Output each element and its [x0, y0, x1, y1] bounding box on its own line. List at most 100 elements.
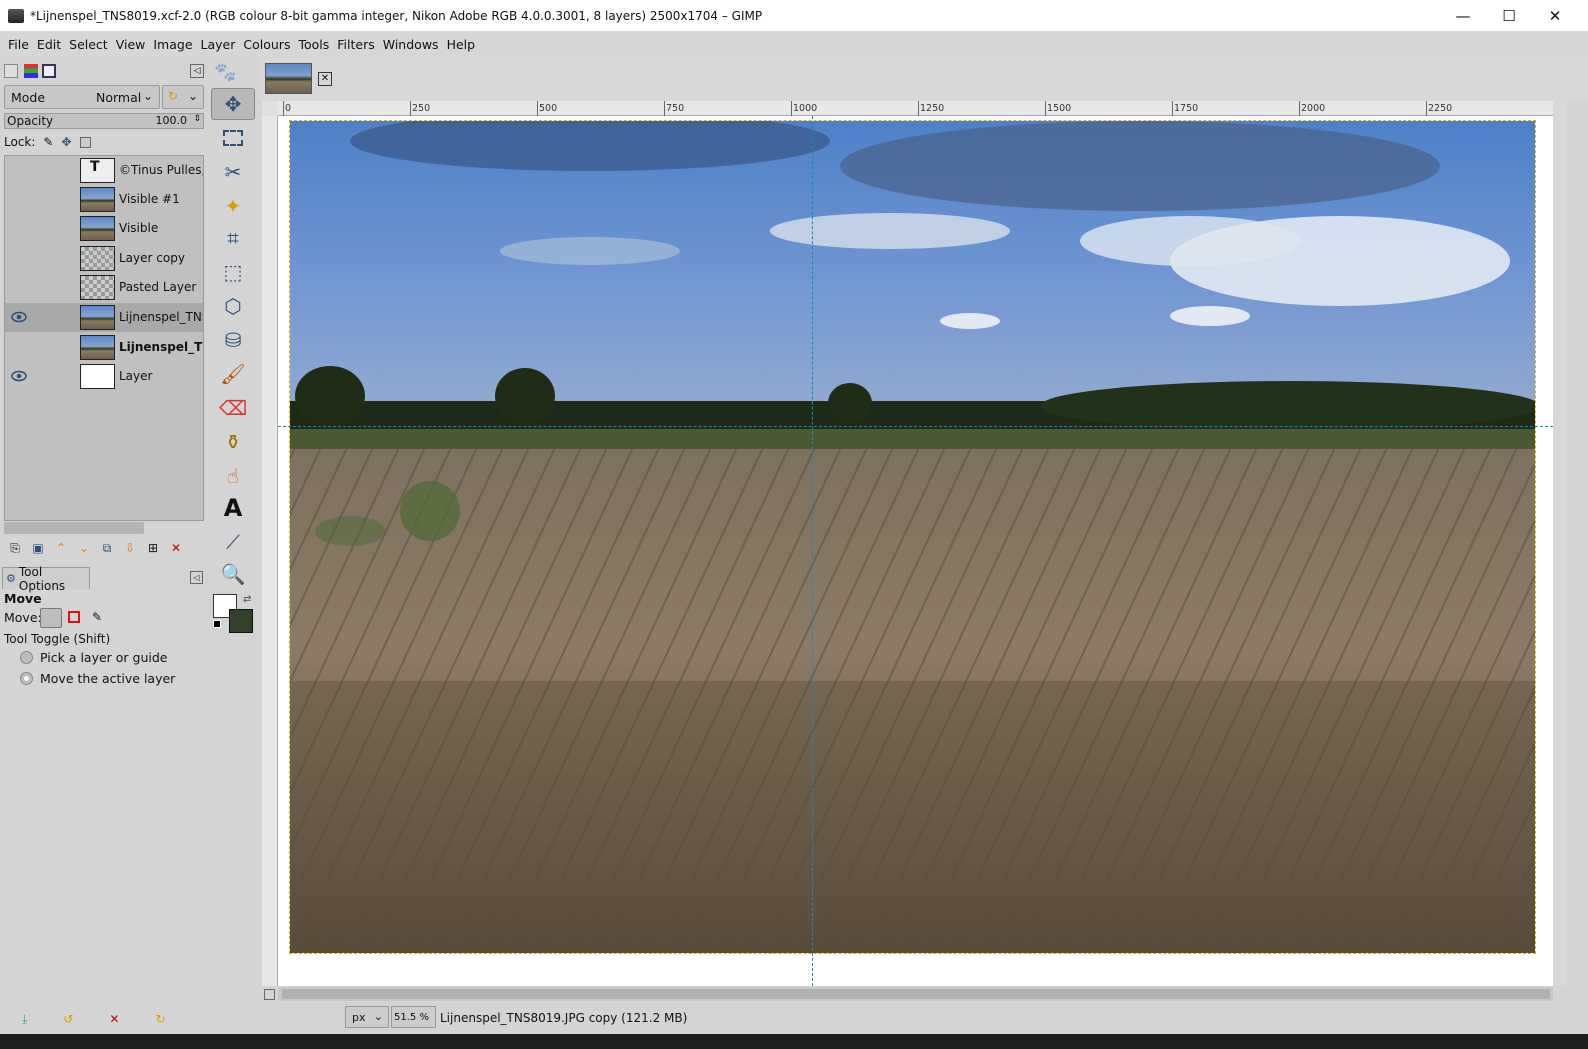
menu-select[interactable]: Select: [65, 37, 112, 52]
mode-select[interactable]: Mode Normal ⌄: [4, 85, 160, 109]
eraser-tool-icon[interactable]: ⌫: [211, 392, 255, 424]
text-tool-icon[interactable]: A: [211, 492, 255, 524]
spin-arrows-icon[interactable]: ⇕: [193, 114, 201, 124]
new-layer-icon[interactable]: ⎘: [8, 541, 22, 555]
layer-row[interactable]: Visible #1: [5, 185, 203, 214]
lock-position-icon[interactable]: ✥: [61, 135, 71, 149]
background-color-swatch[interactable]: [229, 609, 253, 633]
restore-options-icon[interactable]: ↺: [63, 1012, 73, 1032]
crop-tool-icon[interactable]: ⌗: [211, 222, 255, 254]
close-button[interactable]: ✕: [1532, 0, 1578, 31]
horizontal-guide[interactable]: [278, 426, 1553, 427]
tool-options-menu-icon[interactable]: ◁: [190, 571, 203, 584]
raise-layer-icon[interactable]: ⌃: [54, 541, 68, 555]
delete-layer-icon[interactable]: ✕: [169, 541, 183, 555]
lower-layer-icon[interactable]: ⌄: [77, 541, 91, 555]
scissors-tool-icon[interactable]: ✂: [211, 156, 255, 188]
opacity-value[interactable]: 100.0: [156, 114, 188, 127]
anchor-layer-icon[interactable]: ⇩: [123, 541, 137, 555]
layer-name: Pasted Layer: [119, 280, 197, 294]
new-layer-group-icon[interactable]: ▣: [31, 541, 45, 555]
eye-icon[interactable]: [11, 370, 27, 382]
close-tab-icon[interactable]: ✕: [318, 72, 332, 86]
maximize-button[interactable]: ☐: [1486, 0, 1532, 31]
menu-file[interactable]: File: [4, 37, 33, 52]
radio-move-active[interactable]: Move the active layer: [20, 671, 175, 686]
swap-colors-icon[interactable]: ⇄: [243, 594, 251, 605]
merge-layer-icon[interactable]: ⊞: [146, 541, 160, 555]
tool-options-tab[interactable]: ⚙ Tool Options: [2, 565, 90, 593]
layer-row[interactable]: Layer copy: [5, 244, 203, 273]
paths-tab-icon[interactable]: [42, 64, 56, 78]
menu-view[interactable]: View: [112, 37, 150, 52]
warp-tool-icon[interactable]: ⬡: [211, 290, 255, 322]
chevron-down-icon: ⌄: [373, 1010, 383, 1023]
move-layer-mode-button[interactable]: [40, 608, 62, 628]
move-label: Move:: [4, 610, 42, 625]
ruler-tick-label: 750: [666, 103, 685, 114]
menu-layer[interactable]: Layer: [197, 37, 240, 52]
radio-button[interactable]: [20, 651, 33, 664]
layers-tab-icon[interactable]: [4, 64, 18, 78]
radio-pick-layer[interactable]: Pick a layer or guide: [20, 650, 168, 665]
vertical-guide[interactable]: [812, 116, 813, 986]
composite-mode-button[interactable]: ↻ ⌄: [162, 85, 204, 109]
image-layer-photo[interactable]: [289, 120, 1536, 954]
reset-options-icon[interactable]: ↻: [155, 1012, 165, 1032]
menu-help[interactable]: Help: [443, 37, 480, 52]
ruler-corner[interactable]: [262, 101, 278, 116]
radio-button[interactable]: [20, 672, 33, 685]
menu-image[interactable]: Image: [149, 37, 196, 52]
zoom-select[interactable]: 51.5 %: [391, 1006, 436, 1028]
smudge-tool-icon[interactable]: ☝: [211, 460, 255, 492]
os-taskbar: [0, 1034, 1588, 1049]
menu-tools[interactable]: Tools: [294, 37, 333, 52]
lock-pixels-icon[interactable]: ✎: [43, 135, 53, 149]
move-selection-mode-button[interactable]: [68, 611, 80, 623]
vertical-ruler[interactable]: [262, 116, 278, 986]
layer-row[interactable]: Lijnenspel_TNS: [5, 333, 203, 362]
layer-thumbnail: [80, 246, 115, 271]
clone-tool-icon[interactable]: ⚱: [211, 426, 255, 458]
move-tool-icon[interactable]: ✥: [211, 88, 255, 120]
horizontal-scrollbar-thumb[interactable]: [282, 989, 1550, 999]
menu-filters[interactable]: Filters: [333, 37, 378, 52]
bucket-fill-tool-icon[interactable]: ⛁: [211, 324, 255, 356]
delete-options-icon[interactable]: ✕: [109, 1012, 119, 1032]
zoom-tool-icon[interactable]: 🔍: [211, 558, 255, 590]
minimize-button[interactable]: —: [1440, 0, 1486, 31]
vertical-scrollbar[interactable]: [1553, 101, 1567, 986]
duplicate-layer-icon[interactable]: ⧉: [100, 541, 114, 555]
layer-row[interactable]: Visible: [5, 214, 203, 243]
save-options-icon[interactable]: ⤓: [22, 1012, 27, 1032]
rect-select-tool-icon[interactable]: [211, 122, 255, 154]
layer-row[interactable]: Pasted Layer: [5, 273, 203, 302]
layer-row-selected[interactable]: Lijnenspel_TNS8: [5, 303, 203, 332]
channels-tab-icon[interactable]: [24, 64, 38, 78]
paintbrush-tool-icon[interactable]: 🖌: [211, 358, 255, 390]
transform-tool-icon[interactable]: ⬚: [211, 256, 255, 288]
color-picker-tool-icon[interactable]: ⟋: [211, 526, 255, 558]
unit-select[interactable]: px ⌄: [345, 1006, 389, 1028]
menu-colours[interactable]: Colours: [239, 37, 294, 52]
navigate-icon[interactable]: [264, 989, 275, 1000]
menu-bar: File Edit Select View Image Layer Colour…: [0, 31, 1588, 58]
layer-row[interactable]: Layer: [5, 362, 203, 391]
tool-options-icon: ⚙: [6, 572, 16, 585]
lock-row: Lock: ✎ ✥: [4, 133, 204, 151]
layers-scrollbar[interactable]: [4, 522, 144, 534]
fuzzy-select-tool-icon[interactable]: ✦: [211, 190, 255, 222]
opacity-slider[interactable]: Opacity 100.0 ⇕: [4, 113, 204, 129]
layer-row[interactable]: T ©Tinus Pulles,: [5, 156, 203, 185]
layer-name: Visible: [119, 221, 159, 235]
window-title: *Lijnenspel_TNS8019.xcf-2.0 (RGB colour …: [30, 8, 763, 23]
menu-windows[interactable]: Windows: [379, 37, 443, 52]
menu-edit[interactable]: Edit: [33, 37, 65, 52]
move-path-mode-button[interactable]: ✎: [92, 610, 102, 624]
eye-icon[interactable]: [11, 311, 27, 323]
lock-alpha-icon[interactable]: [79, 136, 91, 148]
horizontal-ruler[interactable]: 0 250 500 750 1000 1250 1500 1750 2000 2…: [278, 101, 1553, 116]
dock-menu-icon[interactable]: ◁: [190, 64, 204, 78]
image-tab-thumbnail[interactable]: [265, 63, 312, 94]
default-colors-icon[interactable]: [213, 620, 221, 628]
